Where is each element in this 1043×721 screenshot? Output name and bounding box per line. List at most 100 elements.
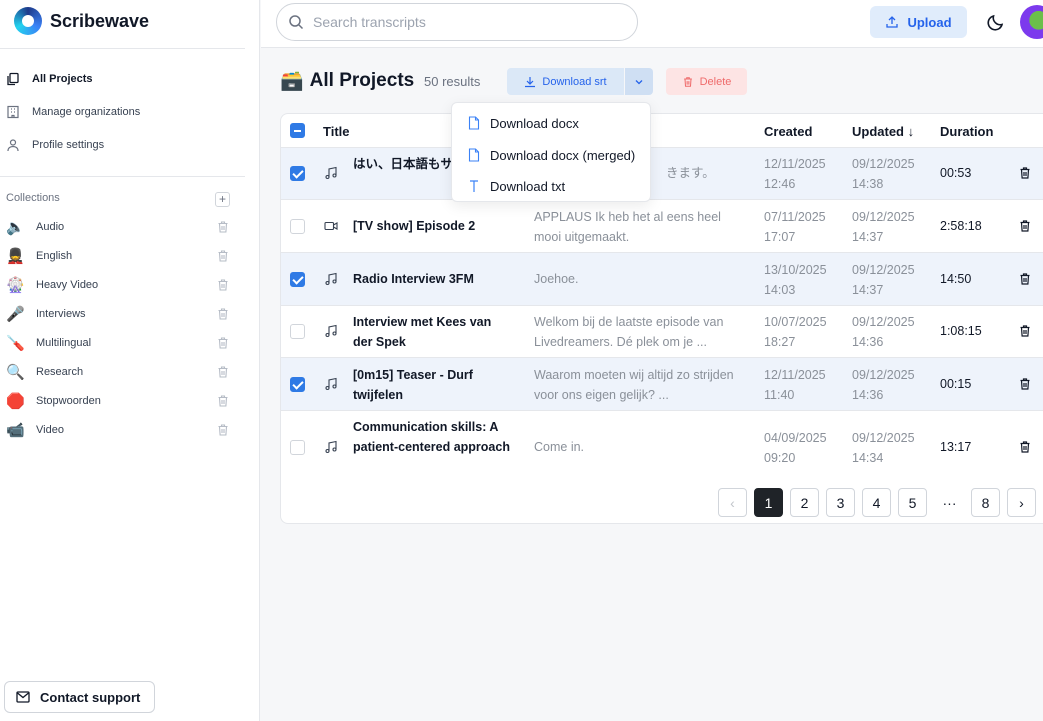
row-preview: APPLAUS Ik heb het al eens heel mooi uit…	[534, 210, 721, 244]
collection-item-audio[interactable]: 🔈 Audio	[6, 216, 230, 238]
collection-label: Video	[36, 424, 64, 436]
folder-emoji-icon: 🗃️	[280, 71, 304, 92]
table-row[interactable]: [TV show] Episode 2 APPLAUS Ik heb het a…	[281, 200, 1043, 253]
trash-icon[interactable]	[216, 365, 230, 379]
collection-emoji: 🪛	[6, 335, 25, 352]
pagination-page-3[interactable]: 3	[826, 488, 855, 517]
pagination-page-2[interactable]: 2	[790, 488, 819, 517]
pagination-next-button[interactable]: ›	[1007, 488, 1036, 517]
table-row[interactable]: Communication skills: A patient-centered…	[281, 411, 1043, 483]
table-row[interactable]: Interview met Kees van der Spek Welkom b…	[281, 306, 1043, 358]
trash-icon[interactable]	[216, 220, 230, 234]
pagination-page-1[interactable]: 1	[754, 488, 783, 517]
sidebar-item-profile-settings[interactable]: Profile settings	[6, 134, 104, 156]
menu-item-label: Download docx	[490, 115, 579, 131]
trash-icon[interactable]	[216, 249, 230, 263]
column-updated[interactable]: Updated ↓	[852, 124, 914, 139]
results-count: 50 results	[424, 74, 481, 89]
column-duration[interactable]: Duration	[940, 124, 993, 139]
row-title[interactable]: Interview met Kees van der Spek	[353, 312, 513, 352]
download-button-group: Download srt	[507, 68, 653, 95]
trash-icon[interactable]	[216, 336, 230, 350]
app-logo[interactable]: Scribewave	[14, 7, 149, 35]
download-srt-label: Download srt	[542, 75, 607, 88]
trash-icon[interactable]	[1018, 440, 1032, 454]
search-box[interactable]	[276, 3, 638, 41]
row-checkbox[interactable]	[290, 377, 305, 392]
avatar[interactable]	[1020, 5, 1043, 39]
collection-item-heavy-video[interactable]: 🎡 Heavy Video	[6, 274, 230, 296]
download-srt-button[interactable]: Download srt	[507, 68, 624, 95]
row-checkbox[interactable]	[290, 440, 305, 455]
trash-icon[interactable]	[1018, 219, 1032, 233]
table-header: Title Created Updated ↓ Duration	[281, 114, 1043, 148]
table-row[interactable]: Radio Interview 3FM Joehoe. 13/10/2025 14…	[281, 253, 1043, 306]
collection-item-interviews[interactable]: 🎤 Interviews	[6, 303, 230, 325]
top-bar: Upload	[261, 0, 1043, 48]
sidebar-item-label: Manage organizations	[32, 106, 141, 118]
collection-label: Multilingual	[36, 337, 92, 349]
collection-label: Research	[36, 366, 84, 378]
row-checkbox[interactable]	[290, 219, 305, 234]
table-row[interactable]: [0m15] Teaser - Durf twijfelen Waarom mo…	[281, 358, 1043, 411]
row-title[interactable]: Communication skills: A patient-centered…	[353, 417, 513, 457]
user-icon	[6, 138, 20, 152]
collection-item-video[interactable]: 📹 Video	[6, 419, 230, 441]
download-options-menu: Download docx Download docx (merged) Dow…	[451, 102, 651, 202]
trash-icon[interactable]	[1018, 272, 1032, 286]
collection-emoji: 💂	[6, 248, 25, 265]
trash-icon	[683, 76, 692, 87]
row-checkbox[interactable]	[290, 324, 305, 339]
music-note-icon	[325, 166, 337, 180]
trash-icon[interactable]	[1018, 166, 1032, 180]
select-all-checkbox[interactable]	[290, 123, 305, 138]
row-checkbox[interactable]	[290, 272, 305, 287]
row-title[interactable]: [0m15] Teaser - Durf twijfelen	[353, 365, 513, 405]
trash-icon[interactable]	[216, 307, 230, 321]
collection-item-english[interactable]: 💂 English	[6, 245, 230, 267]
collection-label: English	[36, 250, 73, 262]
collection-item-stopwoorden[interactable]: 🛑 Stopwoorden	[6, 390, 230, 412]
table-row[interactable]: はい、日本語もサ ています きます。 12/11/2025 12:46 09/12…	[281, 148, 1043, 200]
row-preview: Welkom bij de laatste episode van Livedr…	[534, 315, 724, 349]
collection-emoji: 🎤	[6, 306, 25, 323]
page-title-text: All Projects	[309, 70, 415, 91]
collection-item-multilingual[interactable]: 🪛 Multilingual	[6, 332, 230, 354]
delete-button[interactable]: Delete	[666, 68, 747, 95]
video-camera-icon	[324, 221, 338, 231]
trash-icon[interactable]	[216, 423, 230, 437]
pagination-page-4[interactable]: 4	[862, 488, 891, 517]
download-options-toggle[interactable]	[625, 68, 653, 95]
sidebar-item-manage-organizations[interactable]: Manage organizations	[6, 101, 140, 123]
row-title[interactable]: [TV show] Episode 2	[353, 216, 513, 236]
page-title: 🗃️ All Projects	[280, 68, 414, 94]
moon-icon[interactable]	[986, 12, 1006, 32]
sidebar-item-all-projects[interactable]: All Projects	[6, 68, 93, 90]
pagination-prev-button[interactable]: ‹	[718, 488, 747, 517]
trash-icon[interactable]	[216, 394, 230, 408]
row-title[interactable]: Radio Interview 3FM	[353, 269, 513, 289]
trash-icon[interactable]	[1018, 324, 1032, 338]
menu-item-download-docx-merged[interactable]: Download docx (merged)	[468, 145, 635, 165]
row-preview: Joehoe.	[534, 272, 579, 286]
menu-item-download-txt[interactable]: Download txt	[468, 176, 565, 196]
search-input[interactable]	[313, 14, 613, 30]
menu-item-download-docx[interactable]: Download docx	[468, 113, 579, 133]
pagination-page-5[interactable]: 5	[898, 488, 927, 517]
column-created[interactable]: Created	[764, 124, 812, 139]
column-title[interactable]: Title	[323, 124, 350, 139]
contact-support-button[interactable]: Contact support	[4, 681, 155, 713]
row-duration: 00:15	[940, 377, 972, 391]
row-duration: 14:50	[940, 272, 972, 286]
row-duration: 00:53	[940, 166, 972, 180]
add-collection-button[interactable]: +	[215, 192, 230, 207]
collection-emoji: 🎡	[6, 277, 25, 294]
pagination-page-8[interactable]: 8	[971, 488, 1000, 517]
row-checkbox[interactable]	[290, 166, 305, 181]
trash-icon[interactable]	[1018, 377, 1032, 391]
chevron-down-icon	[635, 79, 643, 84]
collection-item-research[interactable]: 🔍 Research	[6, 361, 230, 383]
upload-button[interactable]: Upload	[870, 6, 967, 38]
row-updated: 09/12/2025 14:38	[852, 157, 915, 191]
trash-icon[interactable]	[216, 278, 230, 292]
